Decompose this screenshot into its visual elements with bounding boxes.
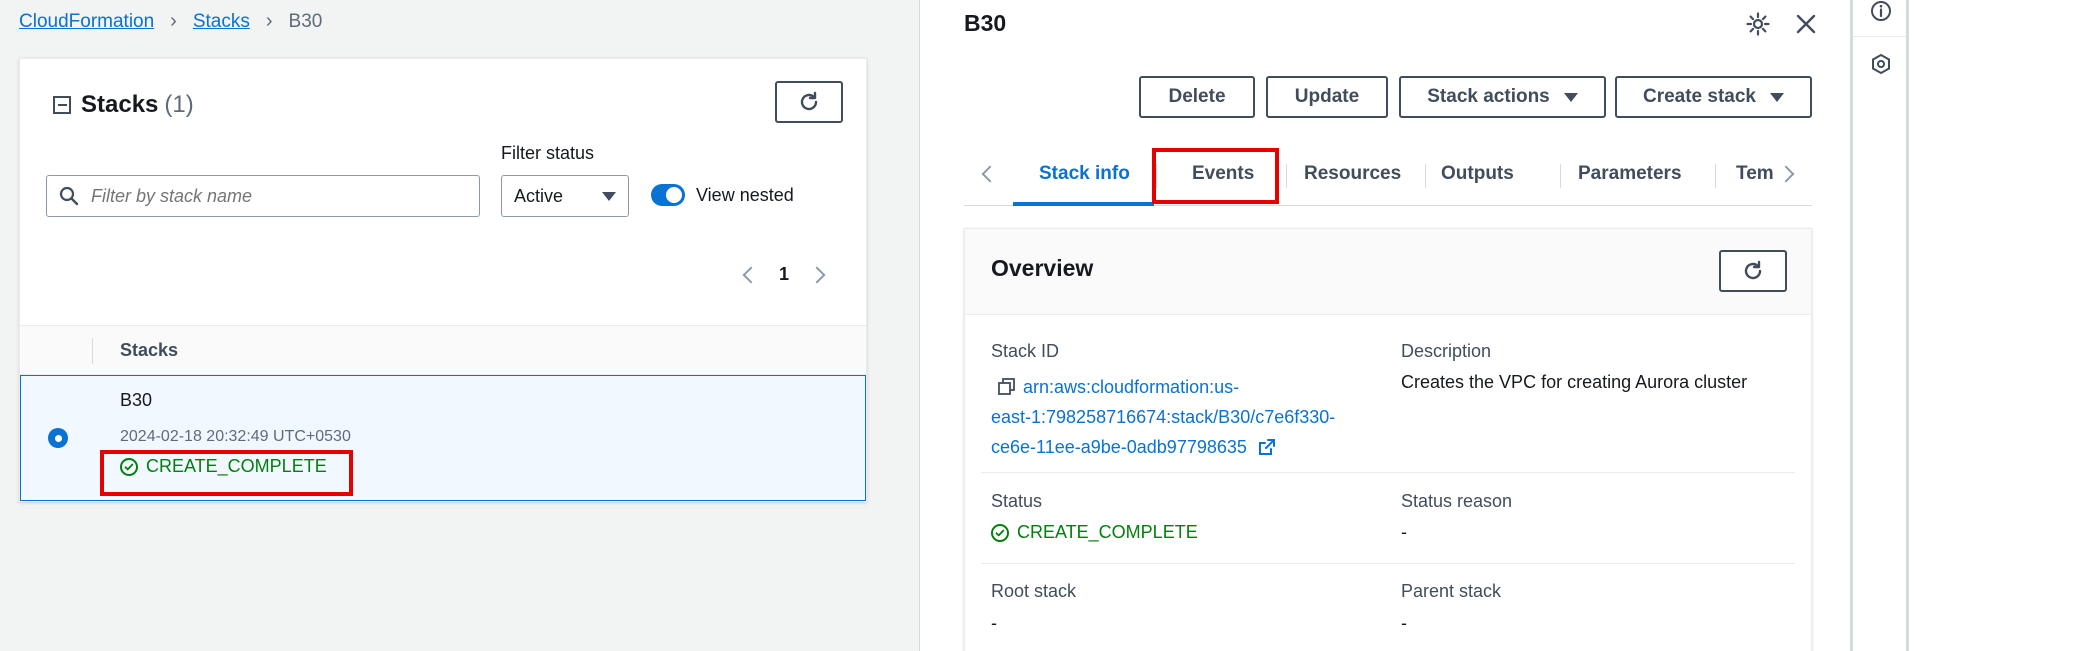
tabs-scroll-right-icon[interactable] — [1777, 165, 1795, 183]
tabs-scroll-left-icon[interactable] — [981, 165, 999, 183]
stack-detail-pane: B30 Delete Update Stack actions Create s… — [920, 0, 1850, 651]
status-value: CREATE_COMPLETE — [991, 522, 1198, 543]
tab-parameters[interactable]: Parameters — [1578, 142, 1682, 206]
stack-search-input[interactable] — [91, 185, 451, 207]
refresh-icon — [1744, 260, 1762, 280]
external-link-icon[interactable] — [1257, 437, 1277, 457]
description-value: Creates the VPC for creating Aurora clus… — [1401, 372, 1748, 392]
highlight-box-events-tab — [1152, 148, 1279, 204]
delete-button[interactable]: Delete — [1139, 76, 1255, 118]
overview-panel: Overview Stack ID arn:aws:cloudformation… — [964, 228, 1812, 651]
tab-resources[interactable]: Resources — [1304, 142, 1401, 206]
chevron-right-icon: › — [170, 10, 177, 32]
close-icon[interactable] — [1792, 10, 1820, 38]
chevron-right-icon: › — [265, 10, 273, 32]
overview-header: Overview — [965, 229, 1811, 315]
create-stack-button[interactable]: Create stack — [1615, 76, 1812, 118]
refresh-icon — [800, 91, 818, 111]
stack-search-field[interactable] — [46, 175, 480, 217]
column-header-stacks[interactable]: Stacks — [120, 340, 178, 361]
stacks-panel-header: Stacks (1) — [53, 91, 194, 119]
refresh-overview-button[interactable] — [1719, 250, 1787, 292]
root-stack-value: - — [991, 613, 997, 633]
view-nested-label: View nested — [696, 184, 794, 205]
previous-page-icon[interactable] — [742, 266, 760, 283]
breadcrumb-cloudformation[interactable]: CloudFormation — [19, 11, 154, 33]
update-button[interactable]: Update — [1266, 76, 1388, 118]
stacks-count: (1) — [164, 91, 194, 118]
view-nested-toggle[interactable] — [651, 184, 685, 206]
stack-id-value: arn:aws:cloudformation:us- east-1:798258… — [991, 372, 1391, 462]
stack-id-link-line-2[interactable]: east-1:798258716674:stack/B30/c7e6f330- — [991, 407, 1335, 427]
stack-id-link-line-3[interactable]: ce6e-11ee-a9be-0adb97798635 — [991, 432, 1247, 462]
table-header: Stacks — [20, 325, 866, 375]
check-circle-icon — [991, 523, 1009, 542]
row-select-radio[interactable] — [48, 428, 68, 448]
info-icon[interactable] — [1869, 0, 1893, 22]
stacks-panel: Stacks (1) Filter status Active View nes… — [19, 58, 867, 502]
tab-outputs[interactable]: Outputs — [1441, 142, 1514, 206]
gear-icon[interactable] — [1744, 10, 1772, 38]
divider — [981, 563, 1795, 564]
stack-actions-label: Stack actions — [1427, 86, 1550, 107]
status-label: Status — [991, 491, 1043, 511]
caret-down-icon — [1770, 92, 1785, 102]
divider — [981, 472, 1795, 473]
stack-detail-title: B30 — [964, 10, 1007, 36]
tab-stack-info[interactable]: Stack info — [1039, 142, 1130, 206]
next-page-icon[interactable] — [808, 266, 826, 283]
breadcrumb-stacks[interactable]: Stacks — [193, 11, 250, 33]
search-icon — [59, 186, 79, 206]
active-tab-indicator — [1013, 202, 1154, 206]
breadcrumb: CloudFormation › Stacks › B30 — [19, 10, 322, 33]
collapse-icon[interactable] — [53, 96, 71, 114]
rail-border — [1906, 0, 1909, 651]
status-reason-label: Status reason — [1401, 491, 1513, 511]
tab-template[interactable]: Tem — [1736, 142, 1780, 206]
view-nested-control[interactable]: View nested — [651, 184, 794, 206]
create-stack-label: Create stack — [1642, 86, 1757, 107]
stack-actions-button[interactable]: Stack actions — [1399, 76, 1606, 118]
detail-tabs: Stack info Events Resources Outputs Para… — [964, 142, 1812, 206]
status-value-text: CREATE_COMPLETE — [1017, 522, 1198, 542]
stacks-panel-title: Stacks — [81, 91, 159, 118]
overview-title: Overview — [991, 255, 1094, 281]
stack-id-link-line-1[interactable]: arn:aws:cloudformation:us- — [1023, 372, 1239, 402]
caret-down-icon — [602, 191, 616, 201]
root-stack-label: Root stack — [991, 581, 1077, 601]
delete-button-label: Delete — [1168, 86, 1226, 107]
pagination: 1 — [742, 264, 826, 285]
parent-stack-label: Parent stack — [1401, 581, 1502, 601]
stack-id-label: Stack ID — [991, 341, 1060, 361]
caret-down-icon — [1563, 92, 1578, 102]
refresh-stacks-button[interactable] — [775, 81, 843, 123]
page-number[interactable]: 1 — [779, 264, 789, 285]
rail-divider — [1853, 36, 1907, 37]
stacks-list-pane: CloudFormation › Stacks › B30 Stacks (1)… — [0, 0, 920, 651]
copy-icon[interactable] — [997, 377, 1017, 397]
update-button-label: Update — [1294, 86, 1360, 107]
breadcrumb-current: B30 — [288, 10, 323, 32]
filter-status-label: Filter status — [501, 143, 595, 163]
filter-status-value: Active — [514, 185, 564, 206]
description-label: Description — [1401, 341, 1492, 361]
stack-name: B30 — [120, 390, 153, 410]
parent-stack-value: - — [1401, 613, 1407, 633]
filter-status-select[interactable]: Active — [501, 175, 629, 217]
status-reason-value: - — [1401, 522, 1407, 542]
stack-created-time: 2024-02-18 20:32:49 UTC+0530 — [120, 428, 351, 445]
hexagon-shield-icon[interactable] — [1869, 52, 1893, 76]
highlight-box-status — [100, 450, 353, 496]
tools-rail — [1850, 0, 1910, 651]
column-divider — [92, 338, 93, 364]
